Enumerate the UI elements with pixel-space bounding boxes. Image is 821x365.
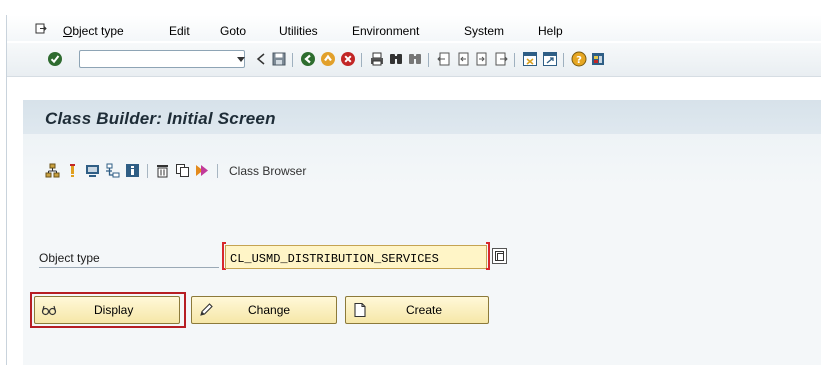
- find-icon[interactable]: [388, 51, 404, 67]
- shortcut-icon[interactable]: [542, 51, 558, 67]
- hierarchy-icon[interactable]: [45, 163, 60, 178]
- value-help-icon[interactable]: [492, 248, 507, 264]
- where-used-icon[interactable]: [105, 163, 120, 178]
- copy-icon[interactable]: [175, 163, 190, 178]
- svg-text:?: ?: [576, 55, 582, 66]
- command-field[interactable]: [79, 50, 245, 68]
- menu-exit-icon[interactable]: [35, 23, 47, 34]
- test-icon[interactable]: [85, 163, 100, 178]
- app-toolbar-separator: [217, 164, 218, 178]
- print-icon[interactable]: [369, 51, 385, 67]
- page-title: Class Builder: Initial Screen: [45, 109, 276, 128]
- toolbar-separator: [514, 53, 515, 67]
- app-toolbar-separator: [147, 164, 148, 178]
- standard-toolbar: ?: [7, 43, 821, 77]
- menu-edit[interactable]: Edit: [169, 24, 190, 38]
- change-button-label: Change: [248, 303, 291, 317]
- object-type-input[interactable]: [225, 245, 487, 269]
- find-next-icon[interactable]: [407, 51, 423, 67]
- back-icon[interactable]: [300, 51, 316, 67]
- create-button-label: Create: [406, 303, 443, 317]
- save-icon[interactable]: [271, 51, 287, 67]
- help-icon[interactable]: ?: [571, 51, 587, 67]
- first-page-icon[interactable]: [436, 51, 452, 67]
- create-session-icon[interactable]: [522, 51, 538, 67]
- menu-help[interactable]: Help: [538, 24, 563, 38]
- toolbar-separator: [361, 53, 362, 67]
- exit-icon[interactable]: [320, 51, 336, 67]
- activate-icon[interactable]: [195, 163, 210, 178]
- display-button-label: Display: [94, 303, 134, 317]
- next-page-icon[interactable]: [474, 51, 490, 67]
- menu-environment[interactable]: Environment: [352, 24, 419, 38]
- title-bar: Class Builder: Initial Screen: [23, 100, 821, 134]
- last-page-icon[interactable]: [493, 51, 509, 67]
- customize-layout-icon[interactable]: [590, 51, 606, 67]
- required-marker-right: [486, 242, 490, 270]
- menu-goto[interactable]: Goto: [220, 24, 246, 38]
- menu-utilities[interactable]: Utilities: [279, 24, 318, 38]
- delete-icon[interactable]: [155, 163, 170, 178]
- previous-page-icon[interactable]: [455, 51, 471, 67]
- enter-icon[interactable]: [47, 51, 63, 67]
- create-button[interactable]: Create: [345, 296, 489, 324]
- menu-object-type[interactable]: Object type: [63, 24, 124, 38]
- change-button[interactable]: Change: [191, 296, 337, 324]
- menu-bar: Object type Edit Goto Utilities Environm…: [7, 15, 821, 41]
- command-dropdown-icon[interactable]: [235, 51, 247, 67]
- information-icon[interactable]: [125, 163, 140, 178]
- toolbar-separator: [428, 53, 429, 67]
- sap-window: Object type Edit Goto Utilities Environm…: [6, 15, 821, 365]
- toolbar-separator: [563, 53, 564, 67]
- application-toolbar: Class Browser: [23, 134, 821, 187]
- object-type-label: Object type: [39, 251, 100, 265]
- menu-system[interactable]: System: [464, 24, 504, 38]
- glasses-icon: [41, 305, 57, 316]
- marker-icon[interactable]: [65, 163, 80, 178]
- label-underline: [39, 267, 219, 268]
- cancel-icon[interactable]: [340, 51, 356, 67]
- toolbar-separator: [292, 53, 293, 67]
- back-arrow-icon[interactable]: [253, 51, 269, 67]
- new-document-icon: [354, 302, 366, 318]
- menu-mnemonic: O: [63, 24, 73, 38]
- class-browser-button[interactable]: Class Browser: [229, 164, 306, 178]
- pencil-icon: [200, 303, 213, 316]
- main-content: Object type Display Change: [23, 186, 821, 365]
- display-button[interactable]: Display: [34, 296, 180, 324]
